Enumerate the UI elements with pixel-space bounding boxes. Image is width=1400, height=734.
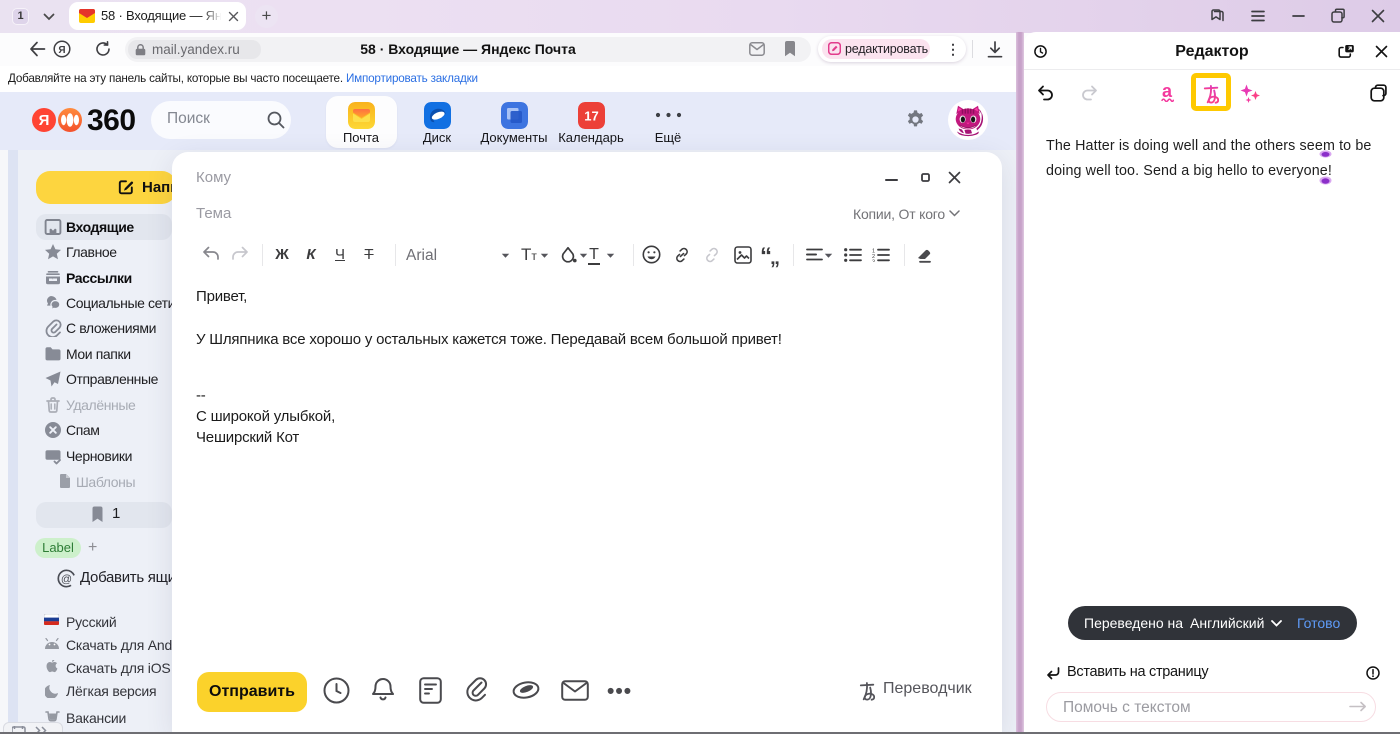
- svg-text:3: 3: [872, 260, 875, 263]
- svg-text:Я: Я: [39, 112, 50, 129]
- svg-text:Я: Я: [58, 45, 65, 56]
- svg-text:@: @: [61, 573, 72, 585]
- svg-text:17: 17: [584, 109, 598, 124]
